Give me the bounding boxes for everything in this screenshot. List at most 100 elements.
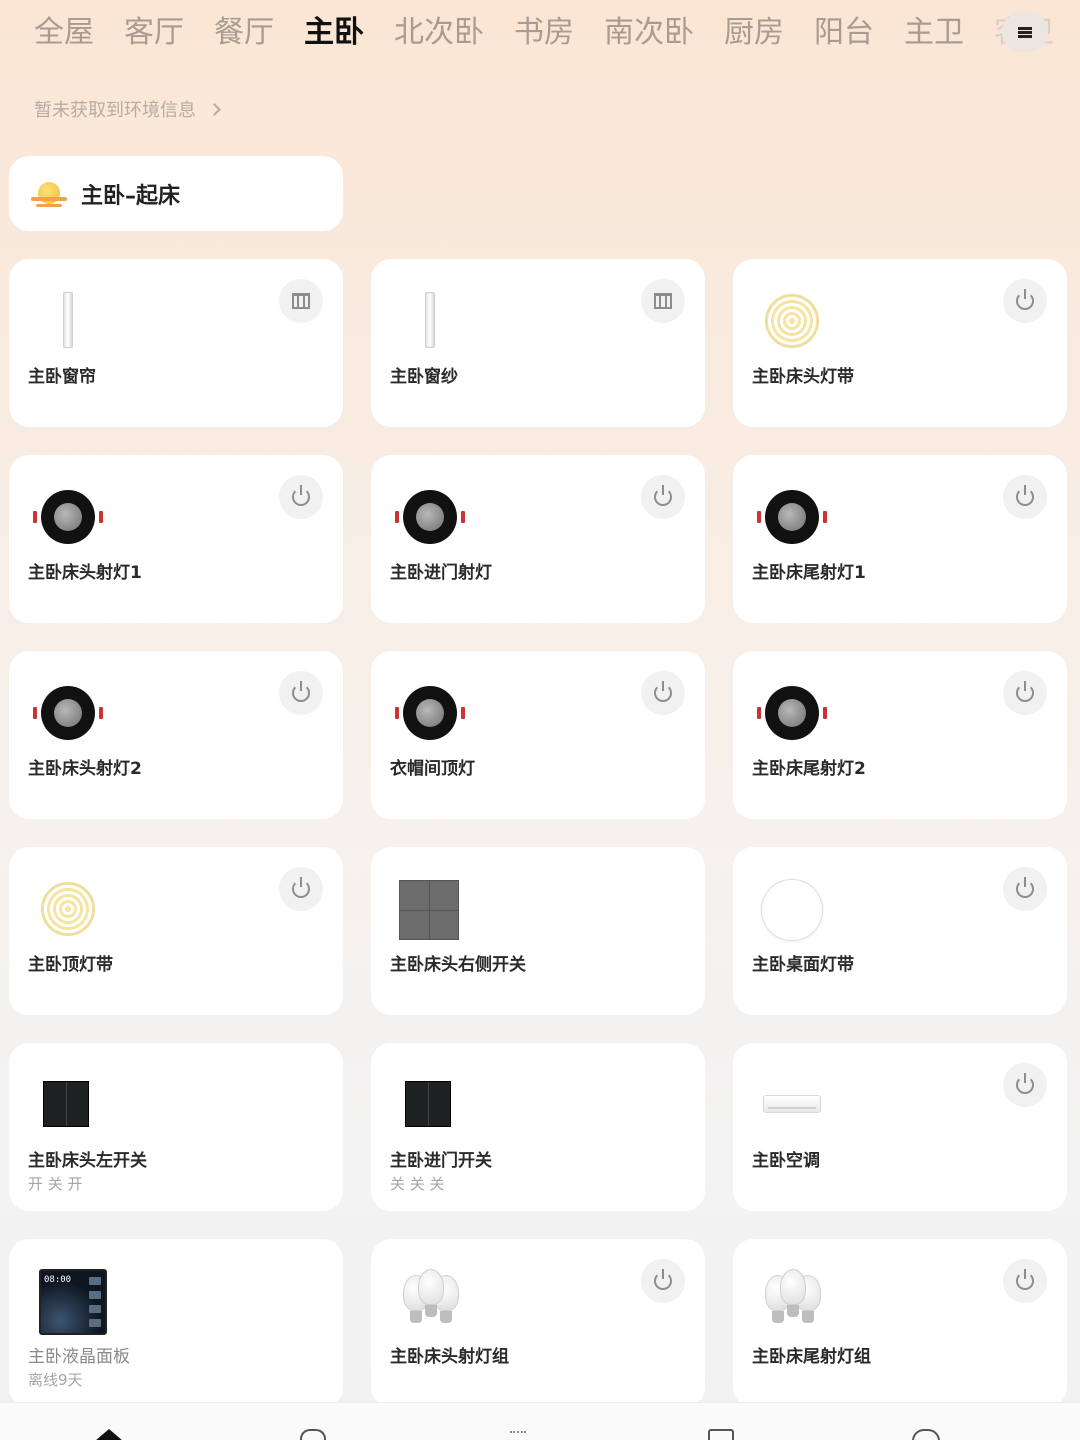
power-button[interactable] [279, 671, 323, 715]
room-tab[interactable]: 全屋 [34, 10, 94, 56]
house-icon[interactable] [300, 1429, 326, 1440]
power-icon [654, 681, 672, 702]
power-button[interactable] [1003, 1259, 1047, 1303]
menu-button[interactable] [1002, 12, 1048, 52]
curtain-icon [393, 289, 463, 355]
room-tab[interactable]: 厨房 [724, 10, 784, 56]
power-icon [292, 485, 310, 506]
curtain-icon [31, 289, 101, 355]
profile-icon[interactable] [912, 1429, 940, 1440]
device-card[interactable]: 主卧床头射灯组 [371, 1239, 705, 1407]
device-status: 开 关 开 [28, 1175, 83, 1193]
room-tab[interactable]: 餐厅 [214, 10, 274, 56]
room-tab[interactable]: 主卧 [304, 10, 364, 56]
device-card[interactable]: 主卧床头灯带 [733, 259, 1067, 427]
device-card[interactable]: 主卧床头右侧开关 [371, 847, 705, 1015]
device-name: 主卧进门射灯 [390, 563, 492, 583]
bulb-group-icon [393, 1269, 463, 1335]
room-tab[interactable]: 北次卧 [394, 10, 484, 56]
scene-card-wakeup[interactable]: 主卧–起床 [9, 156, 343, 231]
power-button[interactable] [1003, 867, 1047, 911]
room-tab[interactable]: 阳台 [814, 10, 874, 56]
device-card[interactable]: 主卧进门开关关 关 关 [371, 1043, 705, 1211]
device-name: 衣帽间顶灯 [390, 759, 475, 779]
curtain-control-icon [292, 293, 310, 309]
device-card[interactable]: 08:00 主卧液晶面板 离线9天 [9, 1239, 343, 1407]
power-icon [654, 485, 672, 506]
power-button[interactable] [279, 475, 323, 519]
wall-switch-dark-icon [31, 1073, 101, 1139]
spotlight-icon [393, 681, 465, 747]
screen-time: 08:00 [44, 1275, 72, 1285]
chevron-right-icon [208, 102, 221, 116]
device-card[interactable]: 主卧桌面灯带 [733, 847, 1067, 1015]
room-tab[interactable]: 南次卧 [604, 10, 694, 56]
room-tab[interactable]: 客厅 [124, 10, 184, 56]
power-button[interactable] [279, 867, 323, 911]
power-icon [292, 681, 310, 702]
device-card[interactable]: 主卧窗纱 [371, 259, 705, 427]
menu-icon [1018, 26, 1032, 38]
power-button[interactable] [1003, 475, 1047, 519]
power-icon [1016, 681, 1034, 702]
spotlight-icon [31, 681, 103, 747]
device-status: 离线9天 [28, 1371, 83, 1389]
curtain-control-button[interactable] [641, 279, 685, 323]
home-icon[interactable] [95, 1429, 123, 1440]
grid-icon[interactable] [708, 1429, 734, 1440]
power-button[interactable] [1003, 671, 1047, 715]
lcd-panel-icon: 08:00 [31, 1269, 107, 1335]
curtain-control-button[interactable] [279, 279, 323, 323]
curtain-control-icon [654, 293, 672, 309]
power-button[interactable] [641, 475, 685, 519]
device-card[interactable]: 主卧床头射灯2 [9, 651, 343, 819]
power-button[interactable] [1003, 279, 1047, 323]
environment-info-link[interactable]: 暂未获取到环境信息 [34, 96, 221, 122]
power-icon [1016, 485, 1034, 506]
bulb-group-icon [755, 1269, 825, 1335]
device-name: 主卧床头右侧开关 [390, 955, 526, 975]
power-icon [1016, 289, 1034, 310]
device-name: 主卧床头射灯组 [390, 1347, 509, 1367]
device-card[interactable]: 主卧床头左开关开 关 开 [9, 1043, 343, 1211]
device-name: 主卧空调 [752, 1151, 820, 1171]
spotlight-icon [755, 485, 827, 551]
power-icon [1016, 1269, 1034, 1290]
power-button[interactable] [641, 671, 685, 715]
device-name: 主卧床尾射灯2 [752, 759, 866, 779]
device-card[interactable]: 主卧空调 [733, 1043, 1067, 1211]
power-icon [1016, 877, 1034, 898]
wall-switch-dark-icon [393, 1073, 463, 1139]
device-card[interactable]: 衣帽间顶灯 [371, 651, 705, 819]
power-button[interactable] [1003, 1063, 1047, 1107]
light-strip-icon [31, 877, 101, 943]
room-tab[interactable]: 主卫 [904, 10, 964, 56]
device-card[interactable]: 主卧窗帘 [9, 259, 343, 427]
device-card[interactable]: 主卧床尾射灯组 [733, 1239, 1067, 1407]
power-button[interactable] [641, 1259, 685, 1303]
room-tab[interactable]: 书房 [514, 10, 574, 56]
spotlight-icon [31, 485, 103, 551]
device-card[interactable]: 主卧进门射灯 [371, 455, 705, 623]
spotlight-icon [393, 485, 465, 551]
device-card[interactable]: 主卧床尾射灯1 [733, 455, 1067, 623]
sparkle-icon[interactable] [510, 1431, 526, 1435]
device-name: 主卧床头射灯1 [28, 563, 142, 583]
air-conditioner-icon [755, 1073, 825, 1139]
environment-info-text: 暂未获取到环境信息 [34, 100, 196, 121]
wall-switch-gray-icon [393, 877, 463, 943]
sunrise-icon [31, 179, 67, 209]
device-name: 主卧床尾射灯组 [752, 1347, 871, 1367]
device-name: 主卧窗帘 [28, 367, 96, 387]
light-strip-icon [755, 289, 825, 355]
device-card[interactable]: 主卧床尾射灯2 [733, 651, 1067, 819]
device-status: 关 关 关 [390, 1175, 445, 1193]
device-name: 主卧进门开关 [390, 1151, 492, 1171]
device-name: 主卧顶灯带 [28, 955, 113, 975]
round-lamp-icon [755, 877, 825, 943]
device-name: 主卧液晶面板 [28, 1347, 130, 1367]
device-name: 主卧窗纱 [390, 367, 458, 387]
device-card[interactable]: 主卧顶灯带 [9, 847, 343, 1015]
device-card[interactable]: 主卧床头射灯1 [9, 455, 343, 623]
power-icon [292, 877, 310, 898]
